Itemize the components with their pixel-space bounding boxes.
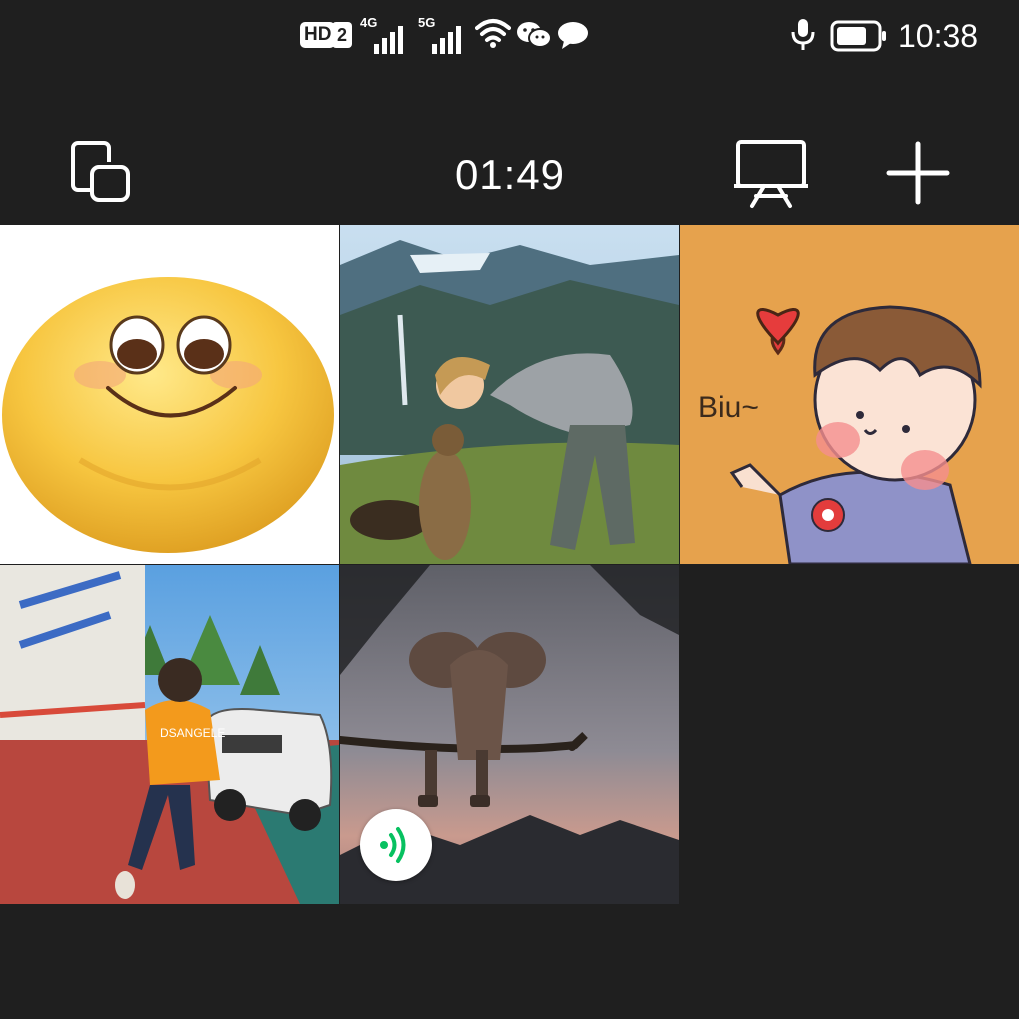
participant-grid: Biu~ DSANGELE — [0, 225, 1019, 905]
participant-video-cartoon: Biu~ — [680, 225, 1019, 564]
status-bar: HD 2 4G 5G 10:38 — [0, 0, 1019, 72]
participant-tile[interactable]: Biu~ — [680, 225, 1019, 564]
call-duration: 01:49 — [454, 151, 566, 198]
participant-video-emoji — [2, 277, 334, 553]
screen-share-icon[interactable] — [732, 138, 812, 210]
participant-video-mountain — [340, 225, 679, 564]
participant-tile[interactable]: DSANGELE — [0, 565, 339, 904]
sim-slot-badge: 2 — [332, 22, 352, 48]
shirt-text: DSANGELE — [160, 726, 225, 740]
participant-video-street: DSANGELE — [0, 565, 339, 904]
cartoon-caption: Biu~ — [698, 391, 759, 424]
speaking-icon — [380, 827, 406, 863]
message-icon — [556, 20, 590, 55]
participant-tile[interactable] — [0, 225, 339, 564]
wifi-icon — [475, 18, 511, 55]
battery-icon — [830, 20, 888, 57]
wechat-icon — [516, 20, 552, 55]
speaking-indicator — [360, 809, 432, 881]
call-toolbar: 01:49 — [0, 120, 1019, 224]
switch-window-icon[interactable] — [68, 140, 136, 206]
hd-icon: HD — [300, 22, 336, 48]
microphone-icon — [790, 17, 816, 58]
participant-tile[interactable] — [340, 565, 679, 904]
status-time: 10:38 — [898, 18, 979, 54]
video-call-screen: HD 2 4G 5G 10:38 01:49 Biu~ DSANGELE — [0, 0, 1019, 1019]
add-participant-icon[interactable] — [884, 140, 952, 206]
participant-tile[interactable] — [340, 225, 679, 564]
